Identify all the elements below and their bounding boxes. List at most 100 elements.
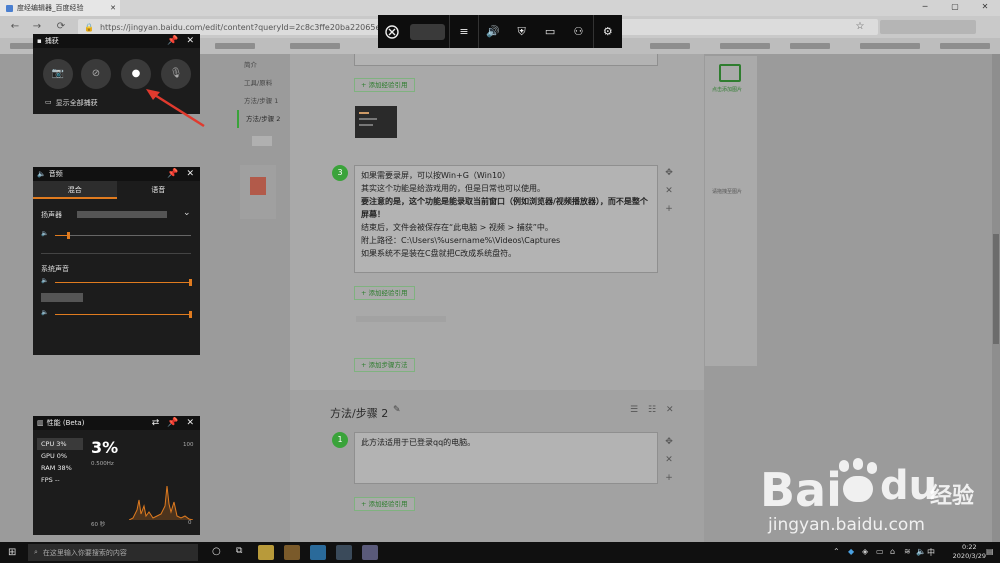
- capture-icon[interactable]: ⛨: [507, 15, 535, 48]
- step3-textbox[interactable]: 如果需要录屏，可以按Win+G（Win10） 其实这个功能是给游戏用的，但是日常…: [354, 165, 658, 273]
- add-step-button[interactable]: + 添加步骤方法: [354, 358, 415, 372]
- scrollbar-thumb[interactable]: [993, 234, 999, 344]
- taskbar-search[interactable]: ⌕ 在这里输入你要搜索的内容: [28, 544, 198, 561]
- volume-small-icon: 🔈: [41, 309, 49, 316]
- audio-widget: 🔈 音频 📌 ✕ 混合 语音 扬声器 ⌄ 🔈 系统声音 🔈 🔈: [33, 167, 200, 355]
- nav-item-tools[interactable]: 工具/原料: [237, 74, 287, 92]
- bookmark-item[interactable]: [790, 43, 830, 49]
- bookmark-item[interactable]: [290, 43, 340, 49]
- speaker-slider-knob[interactable]: [67, 232, 70, 239]
- network-icon[interactable]: ⌂: [890, 547, 895, 556]
- volume-small-icon: 🔈: [41, 230, 49, 237]
- options-icon[interactable]: ⇄: [152, 418, 160, 428]
- pin-icon[interactable]: 📌: [167, 169, 178, 179]
- taskbar-app[interactable]: [284, 545, 300, 560]
- record-last-button[interactable]: ⊘: [81, 59, 111, 89]
- screenshot-thumbnail[interactable]: [355, 106, 397, 138]
- metric-fps[interactable]: FPS --: [37, 474, 83, 486]
- forward-icon[interactable]: →: [30, 20, 44, 34]
- bookmark-item[interactable]: [215, 43, 255, 49]
- pin-icon[interactable]: 📌: [167, 418, 178, 428]
- volume-icon[interactable]: 🔊: [479, 15, 507, 48]
- nav-item-step1[interactable]: 方法/步骤 1: [237, 92, 287, 110]
- edit-pencil-icon[interactable]: ✎: [393, 405, 401, 415]
- pin-icon[interactable]: 📌: [167, 36, 178, 46]
- app-slider[interactable]: [55, 314, 191, 315]
- maximize-icon[interactable]: ▢: [940, 0, 970, 16]
- add-ref-button-1[interactable]: + 添加经验引用: [354, 78, 415, 92]
- close-icon[interactable]: ✕: [186, 418, 194, 428]
- browser-tab[interactable]: 度经编辑器_百度经验 ✕: [0, 0, 120, 16]
- battery-icon[interactable]: ▭: [876, 547, 884, 556]
- right-image-panel: [705, 56, 757, 366]
- bookmark-item[interactable]: [940, 43, 990, 49]
- clock[interactable]: 0:22 2020/3/29: [953, 543, 986, 561]
- add-image-icon[interactable]: [719, 64, 741, 82]
- tray-app-icon[interactable]: ◆: [848, 547, 854, 556]
- social-icon[interactable]: ⚇: [564, 15, 592, 48]
- step3-line: 其实这个功能是给游戏用的，但是日常也可以使用。: [361, 184, 545, 193]
- close-icon[interactable]: ✕: [186, 36, 194, 46]
- delete-icon[interactable]: ✕: [662, 186, 676, 204]
- tray-app-icon[interactable]: ◈: [862, 547, 868, 556]
- nav-item-intro[interactable]: 简介: [237, 56, 287, 74]
- move-icon[interactable]: ✥: [662, 437, 676, 455]
- add-ref-button-3[interactable]: + 添加经验引用: [354, 497, 415, 511]
- tab-mix[interactable]: 混合: [33, 181, 117, 199]
- profile-area[interactable]: [880, 20, 976, 34]
- step1-textbox[interactable]: 此方法适用于已登录qq的电脑。: [354, 432, 658, 484]
- cortana-icon[interactable]: ○: [212, 546, 221, 557]
- task-view-icon[interactable]: ⧉: [236, 546, 242, 556]
- scrollbar-track[interactable]: [992, 54, 1000, 542]
- list-icon[interactable]: ☷: [648, 405, 656, 415]
- delete-icon[interactable]: ✕: [662, 455, 676, 473]
- system-sound-label: 系统声音: [41, 265, 69, 273]
- add-icon[interactable]: +: [662, 204, 676, 222]
- wifi-icon[interactable]: ≋: [904, 547, 911, 556]
- move-icon[interactable]: ✥: [662, 168, 676, 186]
- reorder-icon[interactable]: ☰: [630, 405, 638, 415]
- settings-icon[interactable]: ⚙: [594, 15, 622, 48]
- add-image-label[interactable]: 点击添加图片: [712, 86, 742, 93]
- metric-gpu[interactable]: GPU 0%: [37, 450, 83, 462]
- chevron-down-icon[interactable]: ⌄: [183, 208, 191, 218]
- metric-cpu[interactable]: CPU 3%: [37, 438, 83, 450]
- bookmark-item[interactable]: [720, 43, 770, 49]
- back-icon[interactable]: ←: [8, 20, 22, 34]
- taskbar-app-explorer[interactable]: [258, 545, 274, 560]
- system-slider-knob[interactable]: [189, 279, 192, 286]
- tab-close-icon[interactable]: ✕: [110, 4, 116, 12]
- taskbar-app[interactable]: [336, 545, 352, 560]
- tray-chevron-icon[interactable]: ⌃: [833, 547, 840, 556]
- screenshot-button[interactable]: 📷: [43, 59, 73, 89]
- add-ref-button-2[interactable]: + 添加经验引用: [354, 286, 415, 300]
- minimize-icon[interactable]: ─: [910, 0, 940, 16]
- taskbar-app[interactable]: [362, 545, 378, 560]
- close-icon[interactable]: ✕: [970, 0, 1000, 16]
- reload-icon[interactable]: ⟳: [54, 20, 68, 34]
- menu-icon[interactable]: ≡: [450, 15, 478, 48]
- bookmark-item[interactable]: [860, 43, 920, 49]
- xbox-icon[interactable]: [378, 15, 406, 48]
- system-slider[interactable]: [55, 282, 191, 283]
- monitor-icon[interactable]: ▭: [536, 15, 564, 48]
- prev-textbox[interactable]: [354, 54, 658, 66]
- tab-voice[interactable]: 语音: [117, 181, 201, 199]
- ime-indicator[interactable]: 中: [927, 547, 935, 558]
- star-icon[interactable]: ☆: [853, 20, 867, 34]
- windows-start-icon[interactable]: ⊞: [8, 547, 16, 558]
- app-slider-knob[interactable]: [189, 311, 192, 318]
- volume-icon[interactable]: 🔈: [916, 547, 926, 556]
- bookmark-item[interactable]: [650, 43, 690, 49]
- step3-line: 如果系统不是装在C盘就把C改成系统盘符。: [361, 249, 517, 258]
- close-icon[interactable]: ✕: [186, 169, 194, 179]
- add-icon[interactable]: +: [662, 473, 676, 491]
- taskbar-app[interactable]: [310, 545, 326, 560]
- metric-ram[interactable]: RAM 38%: [37, 462, 83, 474]
- nav-item-step2[interactable]: 方法/步骤 2: [237, 110, 287, 128]
- notification-icon[interactable]: ▤: [986, 547, 994, 556]
- speaker-slider[interactable]: [55, 235, 191, 236]
- perf-time-label: 60 秒: [91, 522, 106, 528]
- show-all-captures-link[interactable]: ▭ 显示全部捕获: [45, 98, 98, 108]
- section-delete-icon[interactable]: ✕: [666, 405, 674, 415]
